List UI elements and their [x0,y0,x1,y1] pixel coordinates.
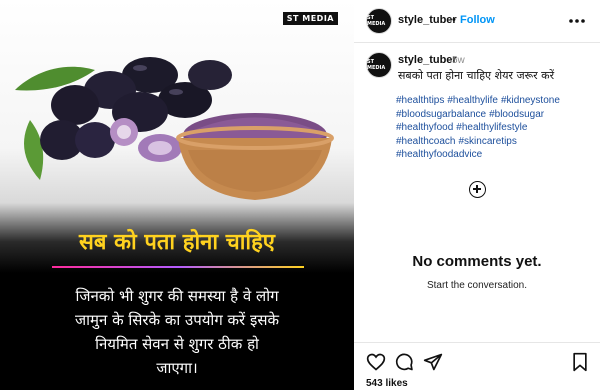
hashtag-link[interactable]: #healthylifestyle [456,122,527,133]
jamun-powder-photo [15,57,334,200]
hashtag-link[interactable]: #healthyfood [396,122,453,133]
body-line: जाएगा। [156,359,198,377]
hashtag-link[interactable]: #bloodsugarbalance [396,109,486,120]
hashtag-link[interactable]: #bloodsugar [489,109,544,120]
avatar[interactable]: ST MEDIA [366,8,392,34]
caption-avatar[interactable]: ST MEDIA [366,52,392,78]
hashtag-link[interactable]: #healthcoach [396,136,456,147]
share-icon[interactable] [423,352,443,372]
actions-divider [354,342,600,343]
caption-text: सबको पता होना चाहिए शेयर जरूर करें [398,69,555,82]
body-line: नियमित सेवन से शुगर ठीक हो [95,335,259,353]
caption-timestamp[interactable]: 5w [452,55,465,66]
post-body-text: जिनको भी शुगर की समस्या है वे लोग जामुन … [20,284,334,380]
comment-icon[interactable] [394,352,414,372]
body-line: जिनको भी शुगर की समस्या है वे लोग [75,287,279,305]
header-separator: • [452,14,456,26]
brand-badge: ST MEDIA [282,12,338,25]
header-username[interactable]: style_tuber [398,14,457,26]
post-side-panel: ST MEDIA style_tuber • Follow ST MEDIA s… [354,0,600,390]
start-conversation-text: Start the conversation. [426,280,528,291]
hashtag-link[interactable]: #healthylife [447,95,498,106]
hashtag-link[interactable]: #healthyfoodadvice [396,149,482,160]
more-horizontal-icon[interactable] [568,18,586,24]
follow-button[interactable]: Follow [460,14,495,26]
likes-count[interactable]: 543 likes [366,378,408,389]
headline-divider [52,266,304,268]
header-divider [354,42,600,43]
bookmark-icon[interactable] [570,352,590,372]
avatar-label: ST MEDIA [367,15,386,27]
hashtag-link[interactable]: #healthtips [396,95,444,106]
post-media[interactable]: ST MEDIA सब को पता होना चाहिए जिनको भी श… [0,0,354,390]
no-comments-title: No comments yet. [412,253,542,270]
leaf-icon [24,120,44,180]
hashtag-link[interactable]: #kidneystone [501,95,560,106]
powder-bowl [176,113,334,200]
post-headline: सब को पता होना चाहिए [79,230,275,255]
caption-username[interactable]: style_tuber [398,54,457,66]
avatar-label: ST MEDIA [367,59,386,71]
heart-icon[interactable] [366,352,386,372]
hashtag-list: #healthtips #healthylife #kidneystone #blo… [396,94,592,162]
add-circle-icon[interactable] [469,181,486,198]
body-line: जामुन के सिरके का उपयोग करें इसके [75,311,279,329]
hashtag-link[interactable]: #skincaretips [459,136,517,147]
